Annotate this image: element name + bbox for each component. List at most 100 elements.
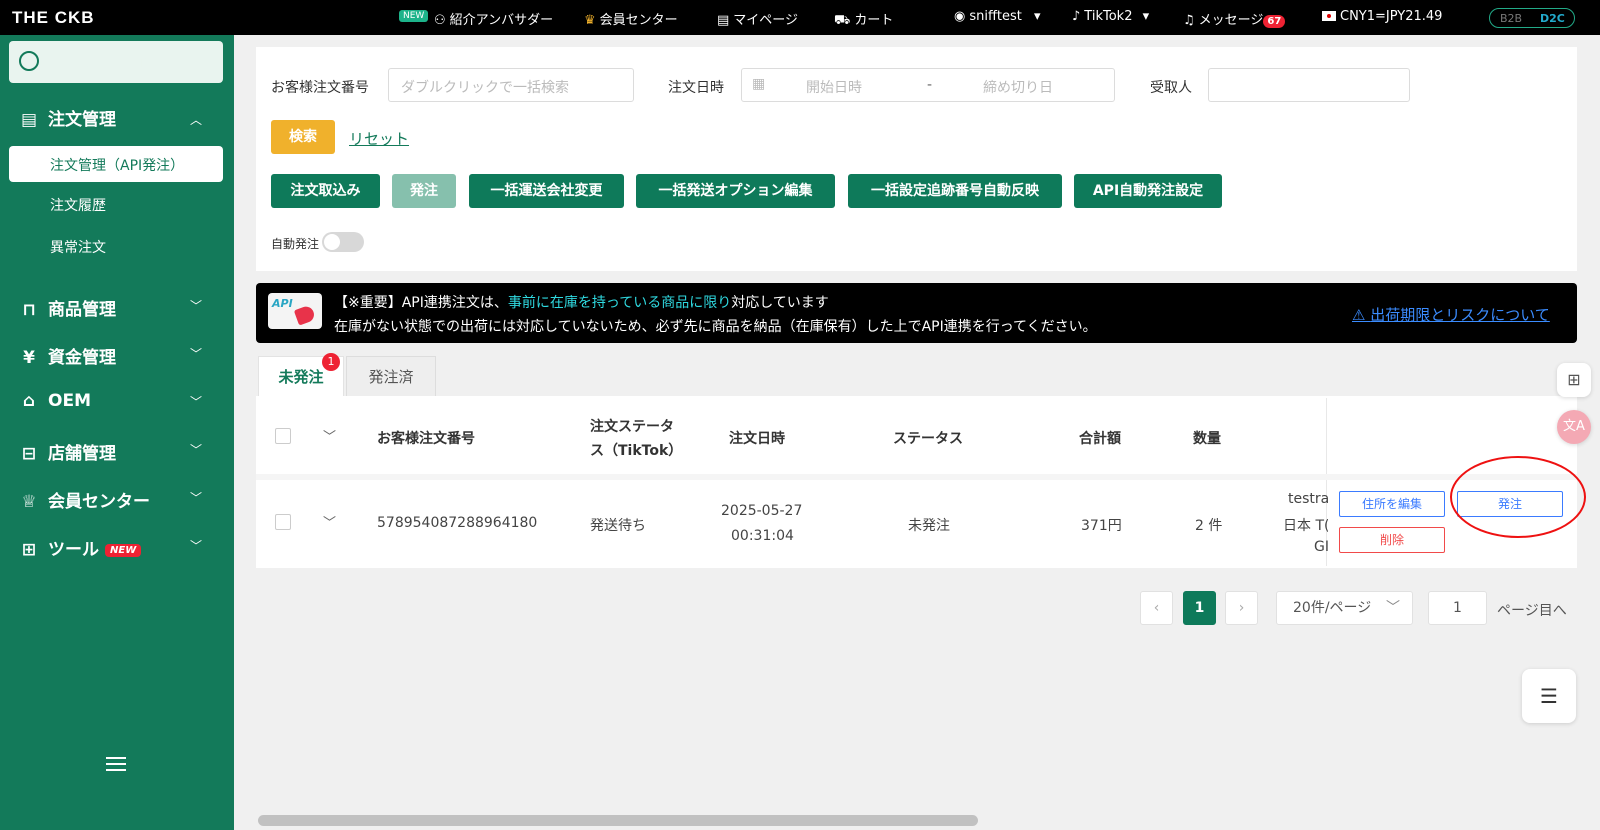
recipient-input[interactable] bbox=[1208, 68, 1410, 102]
person-icon: ⚇ bbox=[434, 13, 446, 28]
tabs-bar bbox=[256, 356, 1577, 396]
store-icon: ⊟ bbox=[21, 444, 37, 464]
col-tiktok-status-1: 注文ステータ bbox=[590, 419, 674, 435]
sidebar-item-fund-mgmt[interactable]: ¥ 資金管理 bbox=[18, 343, 116, 368]
col-total: 合計額 bbox=[1079, 431, 1121, 447]
b2b-option[interactable]: B2B bbox=[1500, 12, 1522, 25]
sidebar-item-label: 資金管理 bbox=[48, 348, 116, 368]
bulk-auto-tracking-button[interactable]: 一括設定追跡番号自動反映 bbox=[848, 174, 1062, 208]
id-card-icon: ▤ bbox=[717, 13, 730, 28]
sidebar-item-member-center[interactable]: ♕ 会員センター bbox=[18, 487, 150, 512]
sidebar-item-product-mgmt[interactable]: ⊓ 商品管理 bbox=[18, 295, 116, 320]
row-time: 00:31:04 bbox=[731, 528, 794, 544]
page-size-select[interactable]: 20件/ページ ﹀ bbox=[1276, 591, 1413, 625]
auto-order-label: 自動発注 bbox=[271, 237, 320, 251]
tab-ordered[interactable]: 発注済 bbox=[346, 356, 436, 396]
user-menu[interactable]: ◉ snifftest ▾ bbox=[954, 9, 1041, 24]
translate-icon[interactable]: 文A bbox=[1557, 410, 1591, 444]
row-qty: 2 件 bbox=[1195, 518, 1223, 534]
cart-link[interactable]: ⛟ カート bbox=[834, 9, 893, 30]
logo[interactable]: THE CKB bbox=[12, 8, 95, 28]
next-page-button[interactable]: › bbox=[1225, 591, 1258, 625]
yen-icon: ¥ bbox=[23, 348, 35, 368]
expand-row-chevron-icon[interactable]: ﹀ bbox=[323, 512, 336, 531]
dashboard-button[interactable]: ダッシュボード bbox=[9, 41, 223, 83]
order-button-disabled[interactable]: 発注 bbox=[392, 174, 456, 208]
bulk-edit-options-button[interactable]: 一括発送オプション編集 bbox=[636, 174, 835, 208]
row-order-no: 578954087288964180 bbox=[377, 515, 538, 531]
chevron-down-icon: ﹀ bbox=[190, 443, 203, 457]
col-order-date: 注文日時 bbox=[729, 431, 785, 447]
ambassador-link[interactable]: ⚇ 紹介アンバサダー bbox=[434, 9, 553, 28]
start-date-placeholder: 開始日時 bbox=[806, 80, 862, 96]
col-qty: 数量 bbox=[1193, 431, 1221, 447]
notice-line-2: 在庫がない状態での出荷には対応していないため、必ず先に商品を納品（在庫保有）した… bbox=[334, 319, 1097, 335]
notice-highlight: 事前に在庫を持っている商品に限り bbox=[507, 295, 732, 311]
bulk-change-carrier-button[interactable]: 一括運送会社変更 bbox=[469, 174, 624, 208]
col-status: ステータス bbox=[893, 431, 963, 447]
exchange-rate: CNY1=JPY21.49 bbox=[1322, 9, 1442, 24]
risk-link-label: 出荷期限とリスクについて bbox=[1370, 306, 1550, 324]
select-all-checkbox[interactable] bbox=[275, 428, 291, 444]
sidebar-item-tools[interactable]: ⊞ ツール NEW bbox=[18, 535, 142, 560]
unordered-count-badge: 1 bbox=[322, 353, 340, 371]
page-jump-suffix: ページ目へ bbox=[1497, 603, 1567, 619]
member-center-link[interactable]: ♛ 会員センター bbox=[584, 9, 678, 28]
page-size-value: 20件/ページ bbox=[1293, 600, 1372, 616]
menu-collapse-icon[interactable]: ☰ bbox=[1522, 669, 1576, 723]
highlight-annotation bbox=[1450, 456, 1586, 538]
b2b-d2c-switch[interactable]: B2B D2C bbox=[1489, 8, 1575, 28]
messages-link[interactable]: ♫ メッセージ 67 bbox=[1183, 9, 1286, 28]
bag-icon: ⊓ bbox=[22, 300, 36, 320]
sidebar-subitem-api-order[interactable]: 注文管理（API発注） bbox=[9, 146, 223, 182]
reset-link[interactable]: リセット bbox=[349, 128, 409, 149]
sidebar-item-label: OEM bbox=[48, 391, 91, 411]
edit-address-button[interactable]: 住所を編集 bbox=[1339, 491, 1445, 517]
end-date-placeholder: 締め切り日 bbox=[983, 80, 1053, 96]
date-range-picker[interactable]: ▦ 開始日時 - 締め切り日 bbox=[741, 68, 1115, 102]
current-page-button[interactable]: 1 bbox=[1183, 591, 1216, 625]
sidebar-subitem-abnormal-orders[interactable]: 異常注文 bbox=[50, 237, 106, 257]
delete-button[interactable]: 削除 bbox=[1339, 527, 1445, 553]
top-bar: THE CKB NEW ⚇ 紹介アンバサダー ♛ 会員センター ▤ マイページ ⛟ カー… bbox=[0, 0, 1600, 35]
search-button[interactable]: 検索 bbox=[271, 120, 335, 154]
avatar: ◉ bbox=[954, 9, 966, 24]
row-tiktok-status: 発送待ち bbox=[590, 518, 646, 534]
chevron-down-icon: ﹀ bbox=[190, 539, 203, 553]
page-jump-input[interactable]: 1 bbox=[1428, 591, 1487, 625]
sidebar-subitem-label: 注文管理（API発注） bbox=[50, 158, 185, 174]
warning-icon: ⚠ bbox=[1352, 306, 1371, 324]
row-recipient-address: 日本 T( bbox=[1283, 518, 1330, 534]
sidebar-item-oem[interactable]: ⌂ OEM bbox=[18, 391, 91, 411]
sidebar-item-order-mgmt[interactable]: ▤ 注文管理 bbox=[18, 105, 116, 130]
shop-selector[interactable]: ♪ TikTok2 ▾ bbox=[1072, 9, 1149, 24]
mypage-link[interactable]: ▤ マイページ bbox=[717, 9, 798, 28]
messages-label: メッセージ bbox=[1198, 13, 1264, 28]
dashboard-label: ダッシュボード bbox=[53, 56, 151, 72]
expand-all-chevron-icon[interactable]: ﹀ bbox=[323, 426, 336, 445]
shipping-deadline-risk-link[interactable]: ⚠ 出荷期限とリスクについて bbox=[1352, 304, 1550, 325]
col-order-no: お客様注文番号 bbox=[377, 431, 475, 447]
import-orders-button[interactable]: 注文取込み bbox=[271, 174, 380, 208]
row-recipient-extra: GI bbox=[1314, 539, 1329, 555]
collapse-sidebar-icon[interactable] bbox=[106, 757, 126, 773]
row-checkbox[interactable] bbox=[275, 514, 291, 530]
sidebar-item-store-mgmt[interactable]: ⊟ 店舗管理 bbox=[18, 439, 116, 464]
prev-page-button[interactable]: ‹ bbox=[1140, 591, 1173, 625]
row-total: 371円 bbox=[1081, 518, 1122, 534]
horizontal-scrollbar[interactable] bbox=[258, 815, 978, 826]
auto-order-toggle[interactable] bbox=[322, 232, 364, 252]
caret-down-icon: ▾ bbox=[1034, 9, 1041, 24]
user-name: snifftest bbox=[969, 9, 1022, 24]
new-badge: NEW bbox=[105, 544, 142, 557]
order-no-placeholder: ダブルクリックで一括検索 bbox=[401, 80, 569, 96]
grid-add-icon[interactable]: ⊞ bbox=[1557, 363, 1591, 397]
messages-count-badge: 67 bbox=[1263, 15, 1286, 28]
sidebar-subitem-order-history[interactable]: 注文履歴 bbox=[50, 195, 106, 215]
api-auto-order-settings-button[interactable]: API自動発注設定 bbox=[1074, 174, 1222, 208]
bell-icon: ♫ bbox=[1183, 13, 1195, 28]
dashboard-icon bbox=[19, 51, 39, 71]
d2c-option[interactable]: D2C bbox=[1540, 12, 1565, 25]
api-notice-banner: API 【※重要】API連携注文は、事前に在庫を持っている商品に限り対応していま… bbox=[256, 283, 1577, 343]
order-no-input[interactable]: ダブルクリックで一括検索 bbox=[388, 68, 634, 102]
